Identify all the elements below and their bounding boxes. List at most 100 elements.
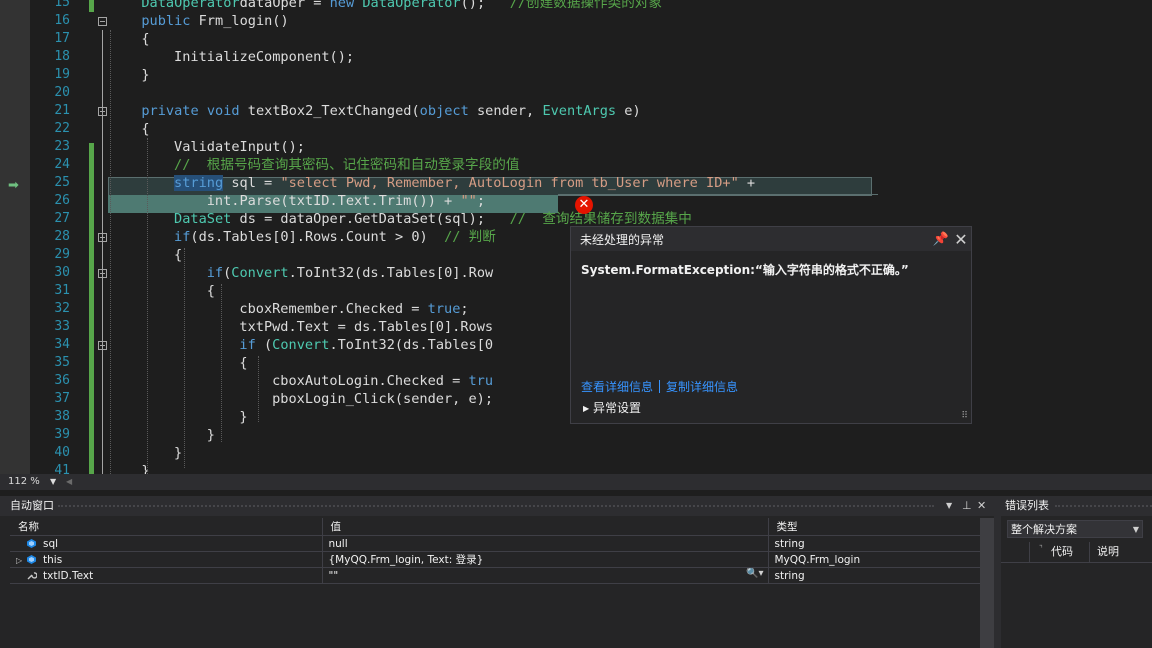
pin-icon[interactable]: ⊥ — [962, 496, 972, 516]
window-menu-icon[interactable]: ▼ — [946, 496, 952, 516]
code-line[interactable]: DataOperatordataOper = new DataOperator(… — [141, 0, 662, 12]
line-number: 17 — [54, 31, 70, 46]
indent-guide — [110, 30, 111, 474]
view-details-link[interactable]: 查看详细信息 — [581, 380, 653, 394]
code-line[interactable]: cboxAutoLogin.Checked = tru — [272, 372, 493, 390]
line-number: 24 — [54, 157, 70, 172]
code-token: new — [329, 0, 355, 11]
code-token: sql = — [223, 175, 281, 191]
code-line[interactable]: } — [141, 462, 149, 474]
code-line[interactable]: if(Convert.ToInt32(ds.Tables[0].Row — [207, 264, 493, 282]
code-line[interactable]: { — [141, 120, 149, 138]
column-value[interactable]: 值 — [322, 518, 769, 536]
code-token: if — [206, 265, 224, 281]
glyph-margin[interactable]: ➡ — [0, 0, 30, 474]
code-line[interactable]: } — [207, 426, 215, 444]
scroll-left-icon[interactable]: ◀ — [66, 474, 72, 490]
code-line[interactable]: cboxRemember.Checked = true; — [239, 300, 468, 318]
autos-scrollbar[interactable] — [980, 518, 994, 648]
line-number: 37 — [54, 391, 70, 406]
code-token: + — [738, 175, 756, 191]
zoom-level[interactable]: 112 % — [8, 474, 40, 490]
error-x-icon[interactable]: ✕ — [575, 196, 593, 214]
code-line[interactable]: { — [174, 246, 182, 264]
code-line[interactable]: // 根据号码查询其密码、记住密码和自动登录字段的值 — [174, 156, 519, 174]
code-token: pboxLogin_Click(sender, e); — [272, 391, 494, 407]
code-token: e) — [616, 103, 641, 119]
resize-grip-icon[interactable]: ⠿ — [961, 411, 968, 421]
autos-header: 自动窗口 ▼ ⊥ ✕ — [0, 496, 994, 516]
code-line[interactable]: private void textBox2_TextChanged(object… — [141, 102, 640, 120]
column-description[interactable]: 说明 — [1097, 542, 1119, 562]
line-number: 25 — [54, 175, 70, 190]
close-icon[interactable]: ✕ — [977, 496, 986, 516]
autos-row[interactable]: ▷ this {MyQQ.Frm_login, Text: 登录} MyQQ.Frm_… — [10, 551, 981, 568]
code-line[interactable]: InitializeComponent(); — [174, 48, 354, 66]
code-token: { — [141, 121, 150, 137]
code-line[interactable]: public Frm_login() — [141, 12, 288, 30]
autos-value-cell[interactable]: {MyQQ.Frm_login, Text: 登录} — [322, 551, 769, 568]
autos-row[interactable]: sql null string — [10, 535, 981, 552]
code-line[interactable]: if (Convert.ToInt32(ds.Tables[0 — [239, 336, 493, 354]
code-line[interactable]: } — [174, 444, 182, 462]
pin-icon[interactable]: 📌 — [931, 232, 951, 247]
line-number: 15 — [54, 0, 70, 10]
zoom-dropdown-icon[interactable]: ▼ — [50, 474, 56, 490]
indent-guide — [147, 138, 148, 474]
code-line[interactable]: txtPwd.Text = ds.Tables[0].Rows — [239, 318, 493, 336]
column-divider — [1029, 542, 1030, 562]
code-line[interactable]: if(ds.Tables[0].Rows.Count > 0) // 判断 — [174, 228, 496, 246]
code-line[interactable]: { — [239, 354, 247, 372]
line-number: 41 — [54, 463, 70, 474]
exception-settings-toggle[interactable]: ▶ 异常设置 — [583, 399, 641, 416]
code-line[interactable]: ValidateInput(); — [174, 138, 305, 156]
variable-icon — [26, 554, 37, 565]
pane-splitter[interactable] — [994, 496, 1001, 648]
code-token: { — [239, 355, 248, 371]
copy-details-link[interactable]: 复制详细信息 — [666, 380, 738, 394]
code-token: .ToInt32(ds.Tables[0 — [329, 337, 494, 353]
code-line[interactable]: { — [141, 30, 149, 48]
code-line[interactable]: } — [141, 66, 149, 84]
code-line[interactable]: pboxLogin_Click(sender, e); — [272, 390, 493, 408]
line-number: 30 — [54, 265, 70, 280]
error-list-title: 错误列表 — [1005, 499, 1049, 512]
code-token: true — [427, 301, 461, 317]
autos-type-cell: string — [768, 567, 981, 584]
code-line[interactable]: int.Parse(txtID.Text.Trim()) + ""; — [207, 192, 485, 210]
autos-name-cell: sql — [10, 535, 323, 552]
exception-helper-popup: 未经处理的异常 📌 ✕ System.FormatException:“输入字符… — [570, 226, 972, 424]
column-name[interactable]: 名称 — [10, 518, 323, 536]
code-line[interactable]: } — [239, 408, 247, 426]
code-token: } — [206, 427, 215, 443]
exception-settings-label: 异常设置 — [592, 401, 641, 415]
autos-row[interactable]: txtID.Text "" 🔍▾ string — [10, 567, 981, 584]
column-divider — [1089, 542, 1090, 562]
autos-type-cell: MyQQ.Frm_login — [768, 551, 981, 568]
code-line[interactable]: { — [207, 282, 215, 300]
line-number: 36 — [54, 373, 70, 388]
header-grip — [1055, 505, 1152, 507]
line-number: 18 — [54, 49, 70, 64]
autos-name: txtID.Text — [43, 569, 94, 582]
visualizer-magnifier-icon[interactable]: 🔍▾ — [746, 568, 763, 579]
exception-popup-header: 未经处理的异常 📌 ✕ — [571, 227, 971, 251]
autos-table: 名称 值 类型 sql null string ▷ this {MyQQ.Frm_logi… — [10, 518, 981, 584]
collapse-icon[interactable] — [98, 17, 107, 26]
indent-guide — [184, 248, 185, 468]
close-icon[interactable]: ✕ — [951, 230, 971, 249]
line-number: 39 — [54, 427, 70, 442]
line-number: 23 — [54, 139, 70, 154]
column-code[interactable]: 代码 — [1051, 542, 1073, 562]
code-token: void — [206, 103, 240, 119]
autos-value-cell[interactable]: null — [322, 535, 769, 552]
autos-value-cell[interactable]: "" 🔍▾ — [322, 567, 769, 584]
expand-triangle-icon[interactable]: ▷ — [16, 556, 26, 565]
column-type[interactable]: 类型 — [768, 518, 981, 536]
code-token: DataOperator — [362, 0, 461, 11]
code-token: { — [206, 283, 215, 299]
code-line[interactable]: string sql = "select Pwd, Remember, Auto… — [174, 174, 755, 192]
scope-dropdown[interactable]: 整个解决方案 ▼ — [1007, 520, 1143, 538]
code-token: // 根据号码查询其密码、记住密码和自动登录字段的值 — [174, 157, 520, 173]
